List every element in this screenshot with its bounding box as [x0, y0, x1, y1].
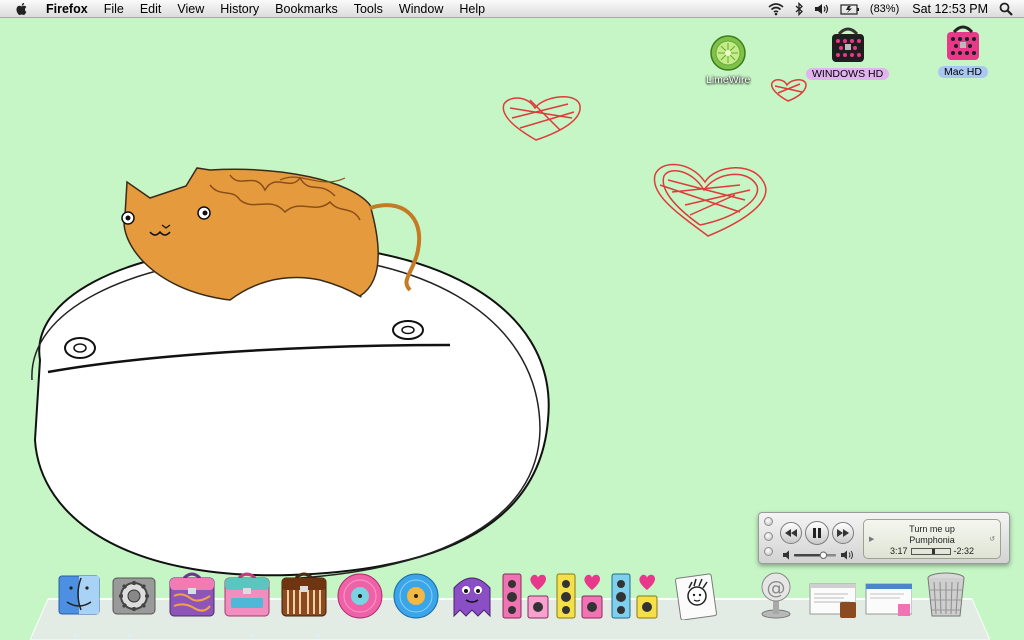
heart-doodle-large — [653, 163, 767, 237]
dock-item-teal-lunchbox[interactable] — [223, 570, 271, 620]
progress-bar[interactable] — [910, 548, 951, 555]
menu-edit[interactable]: Edit — [132, 0, 170, 18]
itunes-mini-player[interactable]: ▶ Turn me up Pumphonia 3:17 -2:32 ↺ — [758, 512, 1010, 564]
dock-item-address-book[interactable] — [672, 570, 720, 621]
menu-app-firefox[interactable]: Firefox — [44, 0, 96, 18]
record-icon — [393, 573, 439, 619]
menu-extras: (83%) Sat 12:53 PM — [763, 0, 1024, 18]
zoom-button[interactable] — [764, 547, 773, 556]
speakers-icon — [611, 573, 658, 619]
speakers-icon — [556, 573, 603, 619]
lcd-snapback-icon[interactable]: ↺ — [989, 535, 995, 543]
dock-item-system-preferences[interactable] — [110, 570, 158, 620]
menu-bar: Firefox File Edit View History Bookmarks… — [0, 0, 1024, 18]
record-icon — [337, 573, 383, 619]
dock-item-speakers-yellow[interactable] — [556, 570, 604, 620]
desktop-item-label: Mac HD — [938, 66, 988, 78]
desktop-item-windows-hd[interactable]: WINDOWS HD — [806, 26, 890, 80]
dock-item-minimized-window-1[interactable] — [808, 570, 857, 620]
heart-doodle-small — [770, 79, 807, 102]
menu-tools[interactable]: Tools — [346, 0, 391, 18]
dock-item-speakers-pink[interactable] — [502, 570, 550, 620]
close-button[interactable] — [764, 517, 773, 526]
next-icon — [837, 529, 849, 537]
battery-percentage: (83%) — [869, 2, 900, 15]
desktop-item-mac-hd[interactable]: Mac HD — [938, 24, 988, 78]
battery-icon[interactable] — [840, 2, 860, 16]
lcd-mode-icon[interactable]: ▶ — [869, 535, 874, 543]
next-button[interactable] — [832, 522, 854, 544]
volume-icon[interactable] — [814, 2, 830, 16]
system-preferences-icon — [112, 577, 156, 615]
pause-icon — [813, 528, 821, 538]
volume-high-icon — [841, 550, 847, 560]
desktop-item-label: WINDOWS HD — [806, 68, 890, 80]
dock-item-brown-lunchbox[interactable] — [280, 570, 328, 620]
window-thumbnail-icon — [865, 583, 913, 616]
lunchbox-icon — [224, 572, 270, 617]
bluetooth-icon[interactable] — [794, 1, 804, 16]
mail-icon: @ — [761, 572, 791, 619]
speakers-icon — [502, 573, 549, 619]
desktop-item-label: LimeWire — [706, 74, 751, 86]
progress-knob[interactable] — [932, 549, 936, 554]
lunchbox-icon — [169, 572, 215, 617]
dock-item-purple-monster[interactable] — [448, 570, 496, 620]
hard-drive-icon — [946, 25, 979, 60]
remaining-time: -2:32 — [953, 546, 975, 556]
svg-text:@: @ — [767, 577, 786, 599]
hard-drive-icon — [831, 27, 864, 62]
lunchbox-icon — [281, 572, 327, 617]
spotlight-icon[interactable] — [998, 2, 1014, 16]
song-artist: Pumphonia — [909, 535, 955, 545]
desktop-item-limewire[interactable]: LimeWire — [700, 34, 756, 86]
dock-item-pink-lunchbox[interactable] — [168, 570, 216, 620]
limewire-icon — [710, 35, 746, 71]
address-book-icon — [675, 573, 717, 621]
heart-doodle-medium — [502, 96, 581, 141]
menu-file[interactable]: File — [96, 0, 132, 18]
song-title: Turn me up — [909, 524, 955, 534]
dock-item-blue-record[interactable] — [392, 570, 440, 620]
previous-button[interactable] — [780, 522, 802, 544]
menu-help[interactable]: Help — [451, 0, 493, 18]
menu-bookmarks[interactable]: Bookmarks — [267, 0, 346, 18]
dock-item-speakers-blue[interactable] — [611, 570, 659, 620]
dock-item-minimized-window-2[interactable] — [864, 570, 913, 620]
menu-view[interactable]: View — [169, 0, 212, 18]
menu-history[interactable]: History — [212, 0, 267, 18]
volume-slider[interactable] — [783, 549, 857, 561]
monster-icon — [453, 577, 491, 618]
wifi-icon[interactable] — [768, 2, 784, 16]
dock-item-finder[interactable] — [55, 570, 103, 620]
menu-window[interactable]: Window — [391, 0, 451, 18]
volume-low-icon — [783, 550, 789, 560]
menubar-clock[interactable]: Sat 12:53 PM — [912, 2, 988, 16]
previous-icon — [785, 529, 797, 537]
minimize-button[interactable] — [764, 532, 773, 541]
dock-item-trash[interactable] — [922, 570, 970, 620]
white-blob-creature — [31, 243, 550, 579]
window-thumbnail-icon — [809, 583, 857, 618]
elapsed-time: 3:17 — [889, 546, 908, 556]
pause-button[interactable] — [805, 521, 829, 545]
now-playing-display[interactable]: ▶ Turn me up Pumphonia 3:17 -2:32 ↺ — [863, 519, 1001, 559]
trash-icon — [927, 572, 965, 617]
dock-item-mail[interactable]: @ — [752, 570, 800, 620]
apple-icon[interactable] — [14, 1, 30, 17]
dock-item-pink-record[interactable] — [336, 570, 384, 620]
finder-icon — [58, 575, 100, 615]
